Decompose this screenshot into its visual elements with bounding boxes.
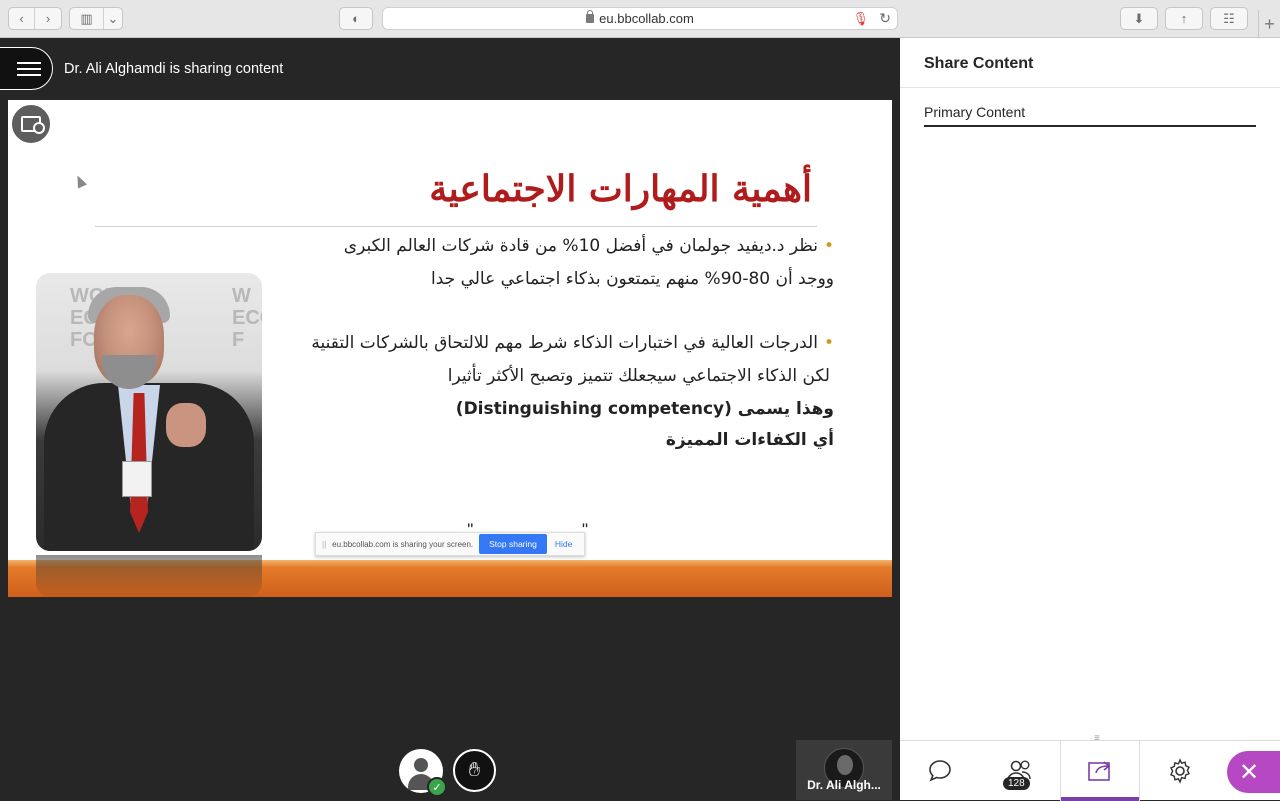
session-header: Dr. Ali Alghamdi is sharing content [0, 38, 900, 100]
presenter-video-tile[interactable]: Dr. Ali Algh... [796, 740, 892, 800]
photo-watermark: W ECO F [232, 285, 262, 351]
share-notice-message: eu.bbcollab.com is sharing your screen. [332, 539, 474, 549]
forward-icon[interactable]: › [35, 8, 61, 29]
gear-icon [1170, 758, 1190, 784]
sidebar-icon[interactable]: ▥ [70, 8, 104, 29]
bullet-icon: • [823, 236, 834, 256]
lock-icon [586, 10, 595, 23]
primary-content-label: Primary Content [924, 104, 1026, 120]
grid-icon: ☷ [1223, 10, 1235, 26]
tab-chat[interactable] [900, 741, 980, 801]
url-text: eu.bbcollab.com [599, 11, 694, 26]
new-tab-button[interactable]: + [1258, 10, 1280, 38]
share-content-panel: Share Content Primary Content ≡ 128 ✕ [900, 38, 1280, 801]
photo-hand [166, 403, 206, 447]
drag-handle-icon[interactable]: || [322, 540, 326, 549]
slide-line: نظر د.ديفيد جولمان في أفضل 10% من قادة ش… [343, 236, 818, 256]
sharing-status-title: Dr. Ali Alghamdi is sharing content [64, 61, 284, 77]
mouse-cursor-icon [72, 173, 88, 189]
photo-badge [122, 461, 152, 497]
hamburger-icon-line [16, 61, 41, 64]
stop-sharing-button[interactable]: Stop sharing [479, 534, 547, 554]
nav-buttons: ‹ › [8, 7, 62, 30]
hide-notice-link[interactable]: Hide [555, 539, 572, 549]
hamburger-icon-line [16, 67, 41, 70]
share-content-icon [1088, 761, 1111, 781]
primary-content-underline [924, 125, 1256, 127]
photo-reflection [36, 555, 262, 597]
slide-line-5: وهذا يسمى (Distinguishing competency) [455, 399, 834, 419]
download-icon: ⬇︎ [1133, 10, 1145, 26]
microphone-icon[interactable]: 🎙︎ [852, 11, 869, 27]
speaker-photo: WORLD ECONO FO W ECO F [36, 273, 262, 551]
screen-share-notice: || eu.bbcollab.com is sharing your scree… [315, 532, 585, 556]
chat-icon [929, 760, 951, 782]
slide-line-2: ووجد أن 80-90% منهم يتمتعون بذكاء اجتماع… [431, 269, 834, 289]
shield-icon: ◐ [352, 11, 360, 26]
shared-slide: أهمية المهارات الاجتماعية •نظر د.ديفيد ج… [8, 100, 892, 597]
sidebar-toggle-group: ▥ ⌄ [69, 7, 123, 30]
close-icon: ✕ [1238, 758, 1260, 786]
session-menu-button[interactable] [0, 47, 53, 90]
close-panel-button[interactable]: ✕ [1227, 751, 1280, 793]
hand-icon: ✋︎ [468, 759, 481, 781]
tab-share-content[interactable] [1060, 741, 1140, 801]
raise-hand-button[interactable]: ✋︎ [453, 749, 496, 792]
reload-icon[interactable]: ↻ [879, 10, 891, 27]
chevron-down-icon[interactable]: ⌄ [104, 8, 122, 29]
address-bar[interactable]: eu.bbcollab.com 🎙︎ ↻ [382, 7, 898, 30]
panel-title: Share Content [924, 55, 1034, 72]
tab-participants[interactable]: ≡ 128 [980, 733, 1100, 801]
slide-line-4: لكن الذكاء الاجتماعي سيجعلك تتميز وتصبح … [447, 366, 830, 386]
session-controls: ✓ ✋︎ Dr. Ali Algh... [0, 740, 900, 800]
participant-count-badge: 128 [1003, 777, 1030, 790]
share-icon: ↑ [1180, 11, 1188, 26]
slide-bullet-1: •نظر د.ديفيد جولمان في أفضل 10% من قادة … [344, 236, 834, 256]
privacy-button[interactable]: ◐ [339, 7, 373, 30]
browser-toolbar: ‹ › ▥ ⌄ ◐ eu.bbcollab.com 🎙︎ ↻ ⬇︎ ↑ ☷ + [0, 0, 1280, 38]
slide-line: الدرجات العالية في اختبارات الذكاء شرط م… [311, 333, 818, 353]
magnifier-icon [21, 116, 45, 134]
panel-divider [900, 87, 1280, 88]
panel-tab-bar: ≡ 128 ✕ [900, 733, 1280, 801]
downloads-button[interactable]: ⬇︎ [1120, 7, 1158, 30]
tab-overview-button[interactable]: ☷ [1210, 7, 1248, 30]
presenter-name: Dr. Ali Algh... [807, 778, 881, 792]
hamburger-icon-line [16, 73, 41, 76]
slide-bullet-2: •الدرجات العالية في اختبارات الذكاء شرط … [311, 333, 834, 353]
back-icon[interactable]: ‹ [9, 8, 35, 29]
check-icon: ✓ [427, 777, 447, 797]
slide-line-6: أي الكفاءات المميزة [665, 430, 834, 450]
share-button[interactable]: ↑ [1165, 7, 1203, 30]
zoom-to-fit-button[interactable] [10, 103, 52, 145]
slide-title: أهمية المهارات الاجتماعية [429, 168, 812, 210]
slide-divider [95, 226, 817, 227]
bullet-icon: • [823, 333, 834, 353]
tab-settings[interactable] [1140, 741, 1220, 801]
avatar-head-icon [414, 758, 428, 772]
